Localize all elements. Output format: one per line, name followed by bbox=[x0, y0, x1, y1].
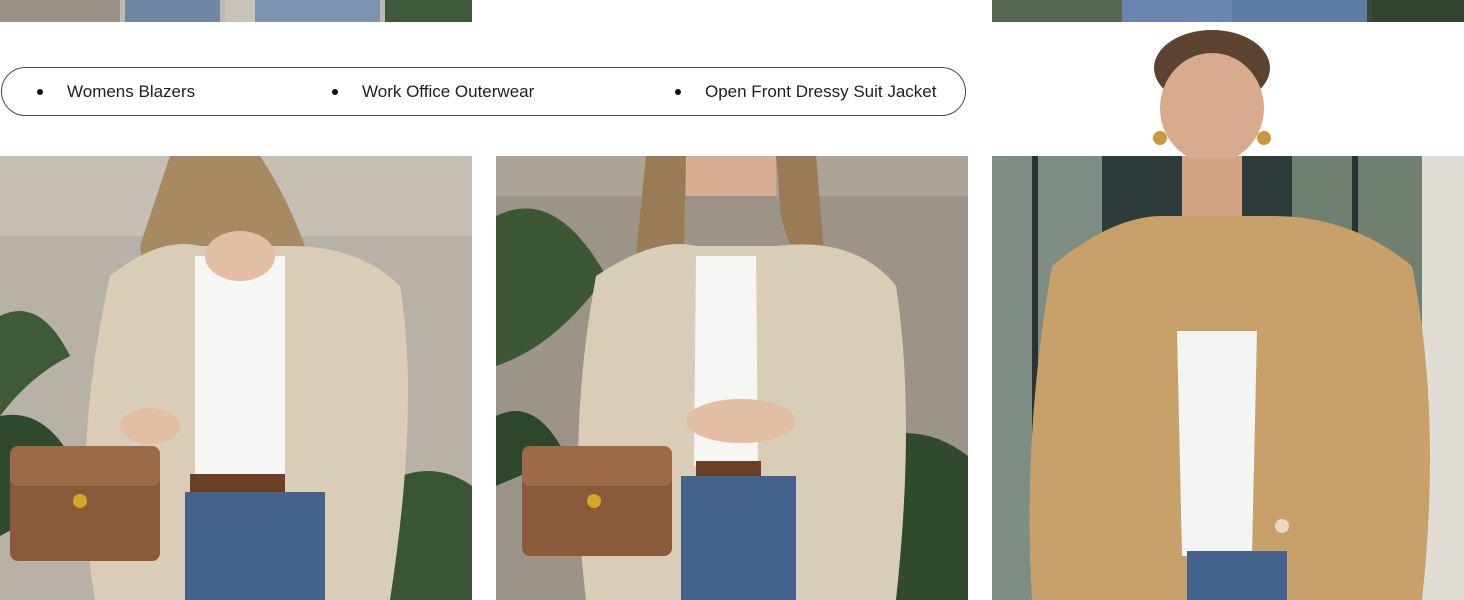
feature-tag-label: Womens Blazers bbox=[67, 81, 196, 101]
bullet-icon bbox=[332, 88, 338, 95]
feature-tags-pill: Womens Blazers Work Office Outerwear Ope… bbox=[1, 67, 966, 116]
feature-tag: Open Front Dressy Suit Jacket bbox=[675, 68, 936, 115]
feature-tag: Work Office Outerwear bbox=[332, 68, 534, 115]
top-crop-right-photo bbox=[992, 0, 1464, 22]
bullet-icon bbox=[37, 88, 43, 95]
feature-tag-label: Open Front Dressy Suit Jacket bbox=[705, 81, 937, 101]
model-photo-cream-blazer-side bbox=[0, 156, 472, 600]
feature-tag: Womens Blazers bbox=[37, 68, 195, 115]
bullet-icon bbox=[675, 88, 681, 95]
model-photo-cream-blazer-front bbox=[496, 156, 968, 600]
feature-tag-label: Work Office Outerwear bbox=[362, 81, 535, 101]
top-crop-left-photo bbox=[0, 0, 472, 22]
model-head-camel-blazer bbox=[1120, 28, 1290, 158]
model-photo-camel-blazer-front bbox=[992, 156, 1464, 600]
